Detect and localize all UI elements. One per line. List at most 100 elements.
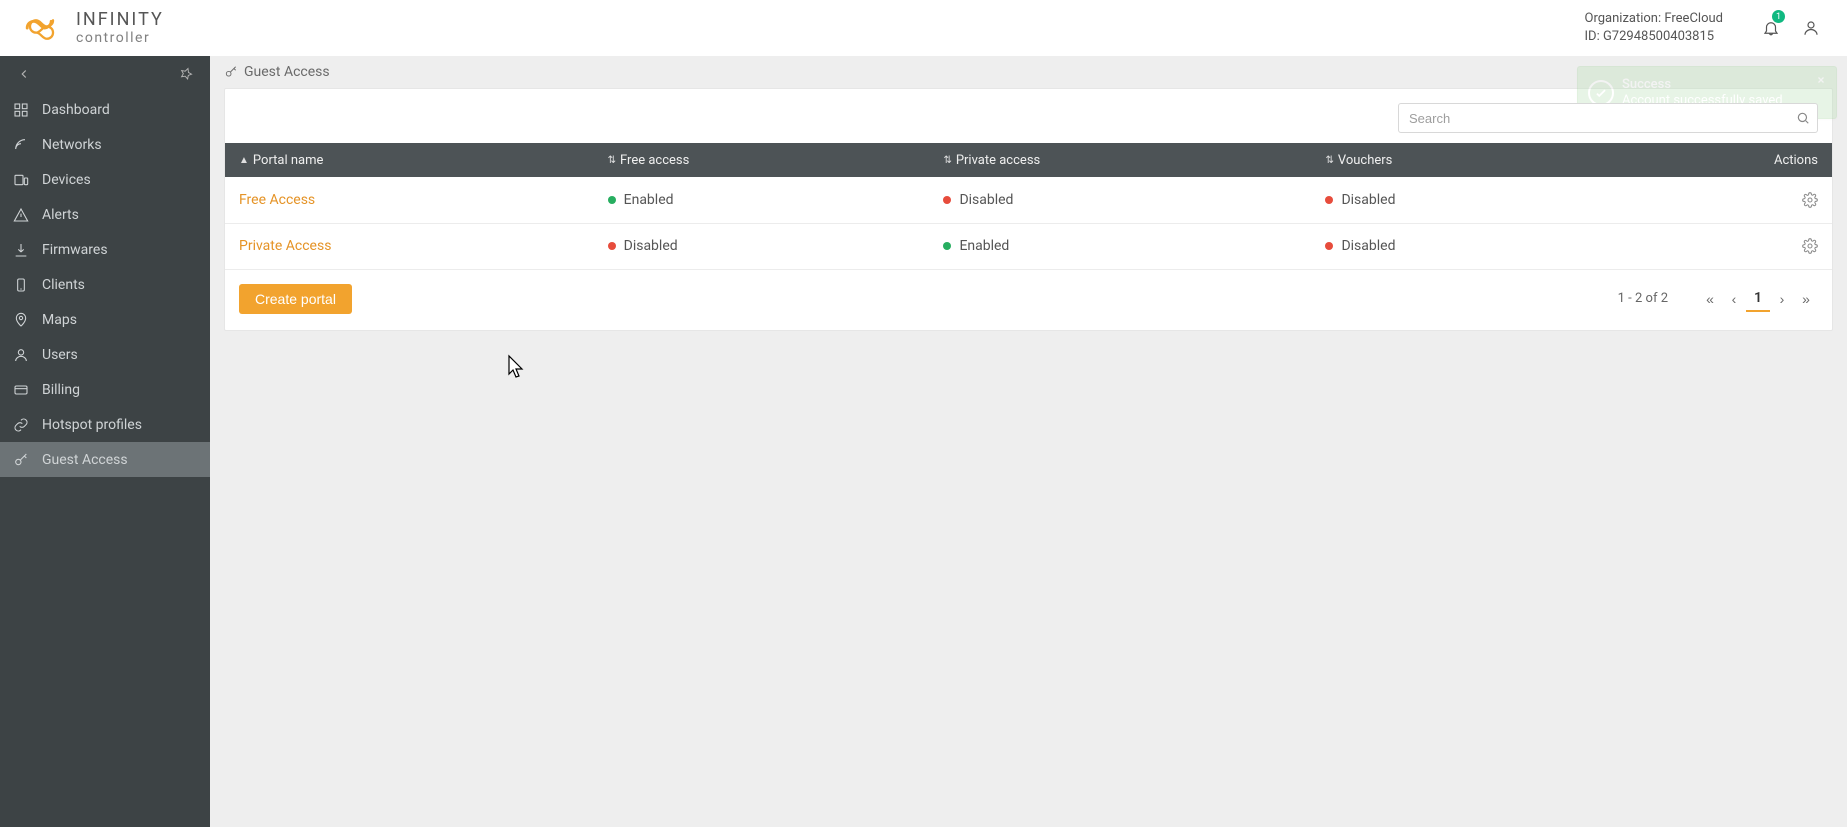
- sidebar-item-firmwares[interactable]: Firmwares: [0, 232, 210, 267]
- portals-card: Success Account successfully saved ▲Port…: [224, 88, 1833, 331]
- search-input[interactable]: [1398, 103, 1818, 133]
- cell-portal-name: Private Access: [225, 223, 594, 269]
- page-number-current[interactable]: 1: [1746, 286, 1770, 312]
- sidebar-item-users[interactable]: Users: [0, 337, 210, 372]
- portal-link[interactable]: Private Access: [239, 238, 331, 254]
- sidebar-item-label: Clients: [42, 277, 85, 293]
- page-next-button[interactable]: ›: [1770, 286, 1794, 312]
- page-title: Guest Access: [244, 64, 330, 80]
- search-button[interactable]: [1788, 103, 1818, 133]
- sidebar-pin-button[interactable]: [176, 64, 196, 84]
- sidebar-item-devices[interactable]: Devices: [0, 162, 210, 197]
- org-name: FreeCloud: [1664, 11, 1723, 26]
- sort-icon: ⇅: [943, 155, 951, 166]
- download-icon: [12, 241, 30, 259]
- sort-asc-icon: ▲: [239, 155, 249, 166]
- sidebar-item-label: Maps: [42, 312, 77, 328]
- infinity-icon: [20, 16, 68, 40]
- toast-close-button[interactable]: [1814, 73, 1828, 87]
- sidebar-item-maps[interactable]: Maps: [0, 302, 210, 337]
- status-dot-icon: [943, 196, 951, 204]
- sidebar-item-hotspot-profiles[interactable]: Hotspot profiles: [0, 407, 210, 442]
- sidebar-item-label: Guest Access: [42, 452, 128, 468]
- cell-vouchers: Disabled: [1311, 223, 1611, 269]
- notifications-button[interactable]: 1: [1755, 12, 1787, 44]
- sidebar-item-networks[interactable]: Networks: [0, 127, 210, 162]
- status-dot-icon: [608, 196, 616, 204]
- sidebar-item-guest-access[interactable]: Guest Access: [0, 442, 210, 477]
- sort-icon: ⇅: [608, 155, 616, 166]
- page-prev-button[interactable]: ‹: [1722, 286, 1746, 312]
- page-last-button[interactable]: »: [1794, 286, 1818, 312]
- gear-icon: [1802, 192, 1818, 208]
- col-private-access[interactable]: ⇅Private access: [929, 143, 1311, 177]
- sidebar: Dashboard Networks Devices Alerts Firmwares C…: [0, 56, 210, 827]
- cell-private-access: Disabled: [929, 177, 1311, 223]
- status-dot-icon: [1325, 196, 1333, 204]
- row-settings-button[interactable]: [1802, 238, 1818, 254]
- org-info: Organization: FreeCloud ID: G72948500403…: [1585, 10, 1724, 46]
- billing-icon: [12, 381, 30, 399]
- col-portal-name[interactable]: ▲Portal name: [225, 143, 594, 177]
- cell-free-access: Disabled: [594, 223, 930, 269]
- cursor-icon: [507, 354, 527, 378]
- status-label: Disabled: [959, 192, 1013, 208]
- brand-subtitle: controller: [76, 31, 164, 45]
- key-icon: [12, 451, 30, 469]
- sidebar-item-label: Hotspot profiles: [42, 417, 142, 433]
- status-label: Disabled: [1341, 192, 1395, 208]
- gear-icon: [1802, 238, 1818, 254]
- status-label: Enabled: [624, 192, 674, 208]
- pagination: « ‹ 1 › »: [1698, 286, 1818, 312]
- signal-icon: [12, 136, 30, 154]
- col-free-access[interactable]: ⇅Free access: [594, 143, 930, 177]
- notification-badge: 1: [1772, 10, 1785, 23]
- status-dot-icon: [1325, 242, 1333, 250]
- table-footer: Create portal 1 - 2 of 2 « ‹ 1 › »: [225, 270, 1832, 314]
- status-label: Disabled: [1341, 238, 1395, 254]
- row-settings-button[interactable]: [1802, 192, 1818, 208]
- sidebar-collapse-button[interactable]: [14, 64, 34, 84]
- cell-actions: [1612, 223, 1832, 269]
- col-vouchers[interactable]: ⇅Vouchers: [1311, 143, 1611, 177]
- key-icon: [224, 65, 238, 79]
- page-first-button[interactable]: «: [1698, 286, 1722, 312]
- org-id-label: ID:: [1585, 29, 1600, 44]
- map-icon: [12, 311, 30, 329]
- brand-logo[interactable]: INFINITY controller: [20, 11, 164, 45]
- status-label: Disabled: [624, 238, 678, 254]
- link-icon: [12, 416, 30, 434]
- portals-table: ▲Portal name ⇅Free access ⇅Private acces…: [225, 143, 1832, 270]
- sidebar-item-clients[interactable]: Clients: [0, 267, 210, 302]
- sidebar-item-label: Firmwares: [42, 242, 108, 258]
- col-actions: Actions: [1612, 143, 1832, 177]
- sidebar-item-label: Users: [42, 347, 78, 363]
- sidebar-item-alerts[interactable]: Alerts: [0, 197, 210, 232]
- sidebar-item-billing[interactable]: Billing: [0, 372, 210, 407]
- status-dot-icon: [608, 242, 616, 250]
- table-row: Free Access Enabled Disabled Disabled: [225, 177, 1832, 223]
- brand-text: INFINITY controller: [76, 11, 164, 45]
- sidebar-item-label: Devices: [42, 172, 91, 188]
- status-dot-icon: [943, 242, 951, 250]
- status-label: Enabled: [959, 238, 1009, 254]
- portal-link[interactable]: Free Access: [239, 192, 315, 208]
- sort-icon: ⇅: [1325, 155, 1333, 166]
- cell-free-access: Enabled: [594, 177, 930, 223]
- create-portal-button[interactable]: Create portal: [239, 284, 352, 314]
- sidebar-item-label: Dashboard: [42, 102, 110, 118]
- cell-portal-name: Free Access: [225, 177, 594, 223]
- sidebar-item-dashboard[interactable]: Dashboard: [0, 92, 210, 127]
- user-icon: [1802, 19, 1820, 37]
- cell-vouchers: Disabled: [1311, 177, 1611, 223]
- sidebar-item-label: Networks: [42, 137, 102, 153]
- pagination-range: 1 - 2 of 2: [1618, 291, 1668, 306]
- app-header: INFINITY controller Organization: FreeCl…: [0, 0, 1847, 56]
- sidebar-item-label: Billing: [42, 382, 80, 398]
- sidebar-item-label: Alerts: [42, 207, 79, 223]
- dashboard-icon: [12, 101, 30, 119]
- org-id-value: G72948500403815: [1603, 29, 1714, 44]
- account-button[interactable]: [1795, 12, 1827, 44]
- client-icon: [12, 276, 30, 294]
- brand-name: INFINITY: [76, 11, 164, 29]
